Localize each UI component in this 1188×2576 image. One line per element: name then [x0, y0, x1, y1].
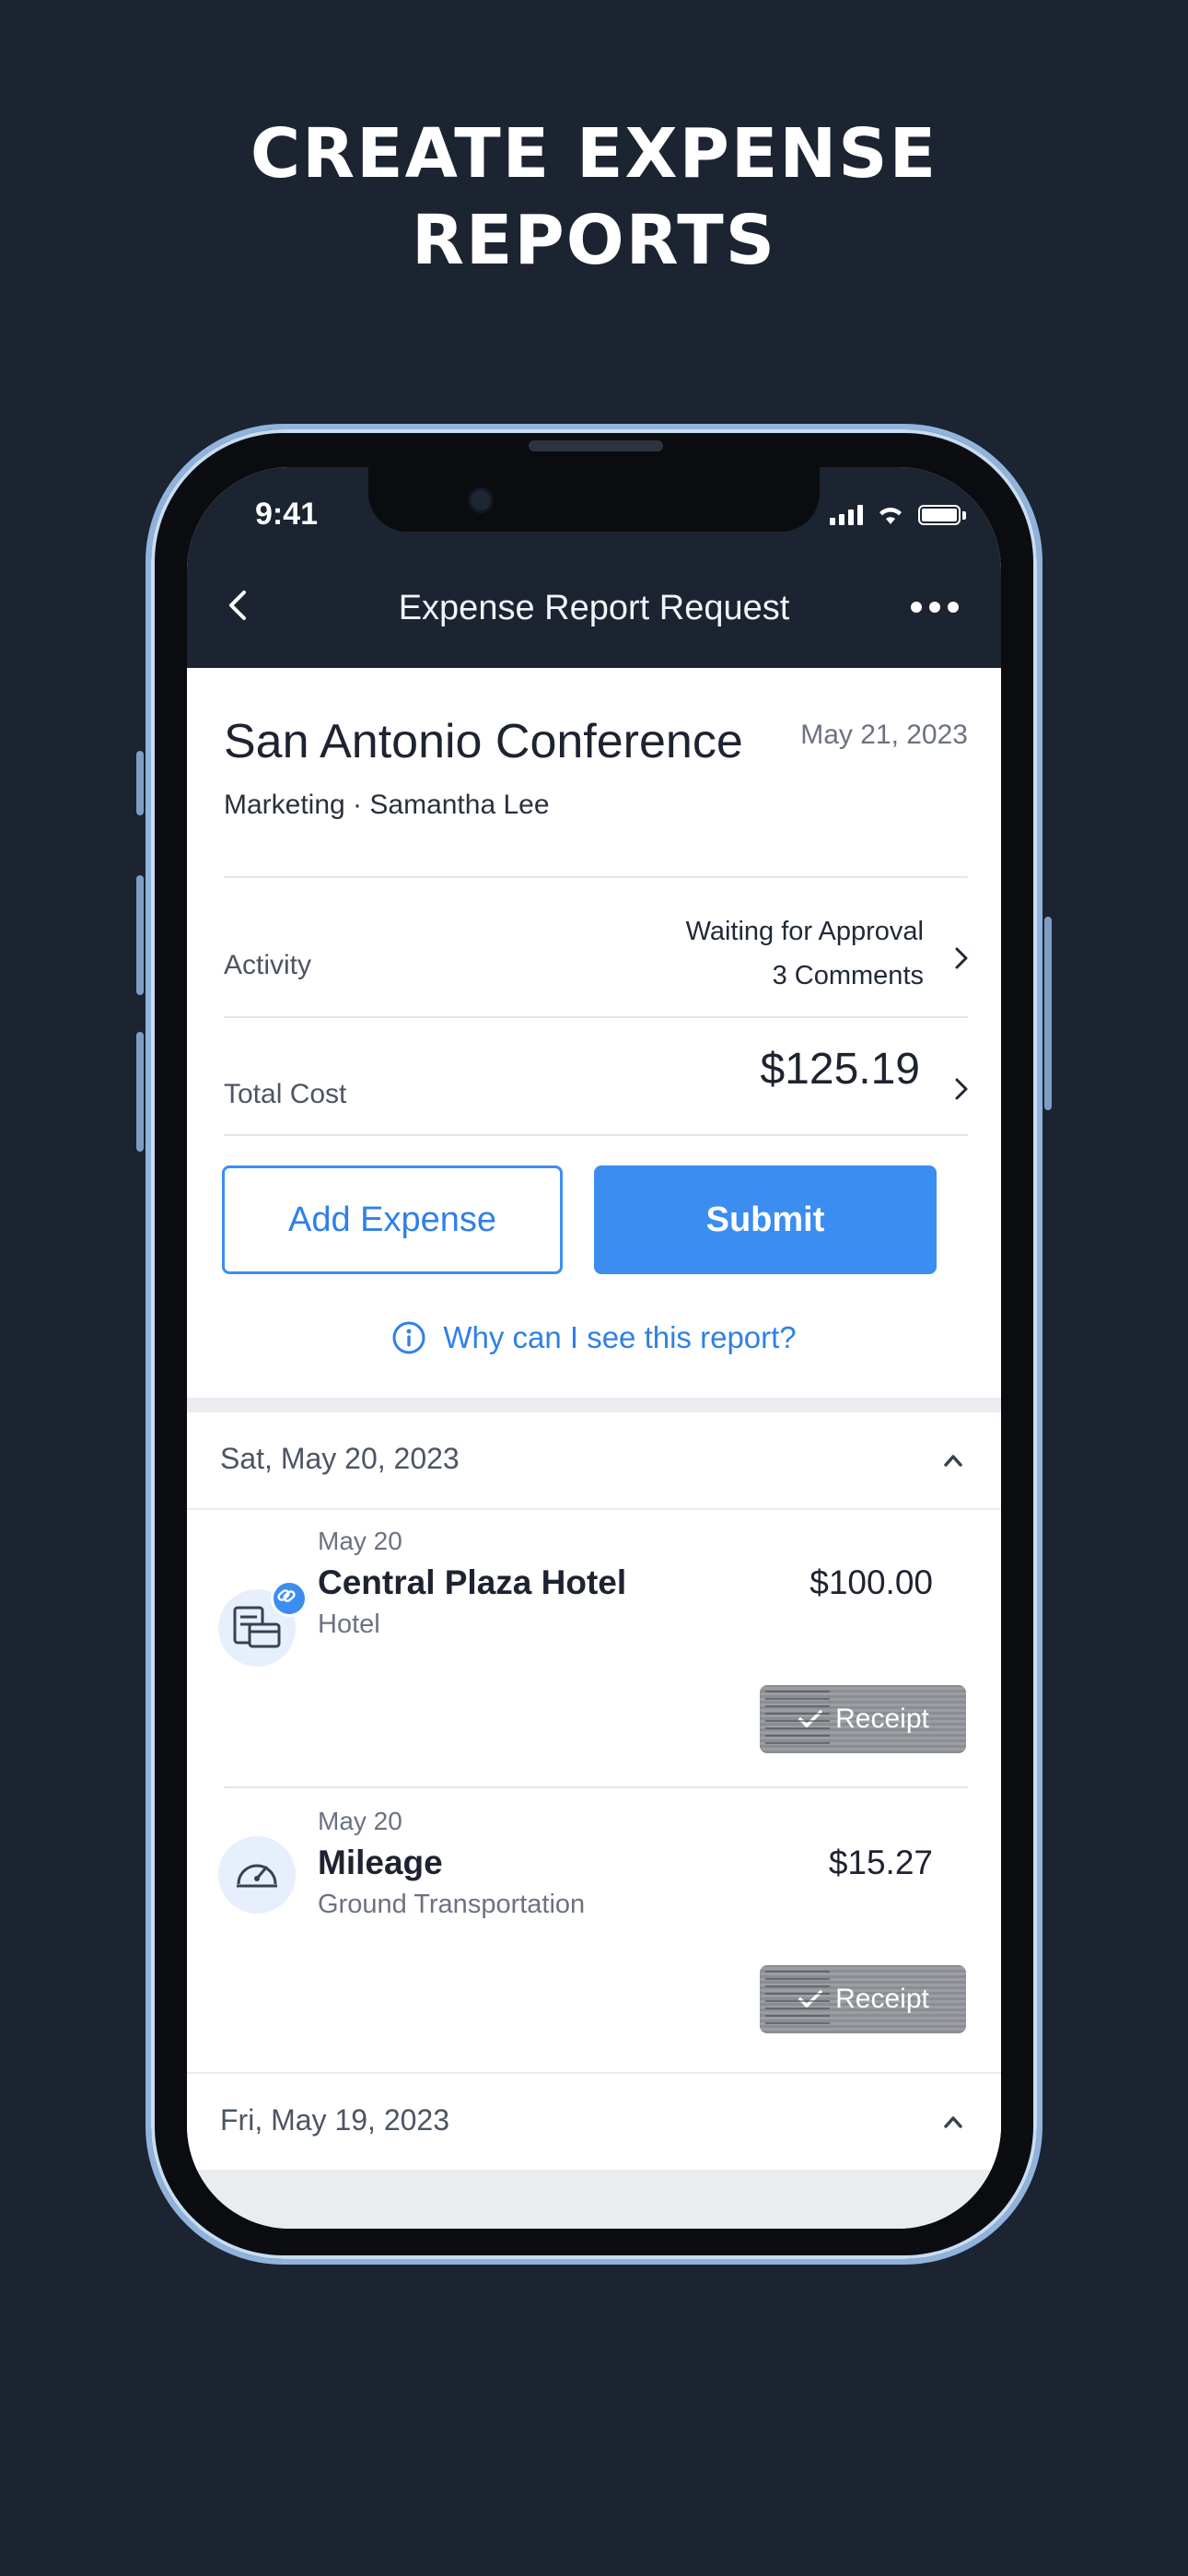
approval-status: Waiting for Approval	[685, 917, 924, 946]
chevron-up-icon	[944, 2116, 962, 2128]
section-date-label: Sat, May 20, 2023	[220, 1442, 460, 1475]
expense-date: May 20	[318, 1807, 402, 1835]
divider	[224, 1134, 968, 1136]
ellipsis-icon[interactable]	[911, 602, 959, 613]
wifi-icon	[879, 508, 902, 524]
report-date: May 21, 2023	[800, 720, 968, 750]
side-button-volume-down	[136, 1032, 144, 1152]
receipt-text-pattern	[765, 1969, 830, 2024]
date-section-header[interactable]: Sat, May 20, 2023	[187, 1412, 1001, 1510]
expense-date: May 20	[318, 1527, 402, 1555]
expense-amount: $15.27	[828, 1844, 933, 1881]
empty-list-area	[187, 2170, 1001, 2229]
side-button-mute	[136, 751, 144, 815]
expense-category: Hotel	[318, 1610, 380, 1639]
phone-speaker	[529, 440, 663, 451]
notch	[368, 467, 820, 532]
receipt-thumbnail[interactable]: Receipt	[760, 1965, 966, 2033]
divider	[224, 1786, 968, 1788]
total-cost-value: $125.19	[760, 1045, 920, 1094]
side-button-power	[1044, 917, 1052, 1110]
side-button-volume-up	[136, 875, 144, 995]
report-title: San Antonio Conference	[224, 715, 743, 768]
marketing-headline: CREATE EXPENSE REPORTS	[0, 111, 1188, 284]
total-cost-label: Total Cost	[224, 1079, 347, 1109]
battery-icon	[918, 505, 961, 525]
chevron-up-icon	[944, 1455, 962, 1467]
headline-line-2: REPORTS	[411, 201, 777, 280]
phone-screen: 9:41 Expense Report Request San Antonio …	[187, 467, 1001, 2229]
expense-name: Central Plaza Hotel	[318, 1563, 627, 1601]
battery-tip	[962, 510, 966, 520]
front-camera	[468, 487, 494, 513]
speedometer-icon	[218, 1836, 296, 1914]
why-link-text: Why can I see this report?	[443, 1320, 797, 1354]
activity-status: Waiting for Approval 3 Comments	[686, 909, 924, 998]
section-date-label: Fri, May 19, 2023	[220, 2103, 449, 2137]
divider	[224, 1016, 968, 1018]
cellular-signal-icon	[830, 505, 863, 525]
status-time: 9:41	[255, 497, 319, 532]
headline-line-1: CREATE EXPENSE	[250, 114, 938, 193]
expense-name: Mileage	[318, 1844, 443, 1881]
receipt-thumbnail[interactable]: Receipt	[760, 1685, 966, 1753]
link-icon	[271, 1580, 308, 1617]
add-expense-button[interactable]: Add Expense	[222, 1165, 563, 1274]
activity-label: Activity	[224, 950, 312, 980]
status-icons	[830, 504, 966, 526]
page-title: Expense Report Request	[398, 589, 790, 627]
receipt-text-pattern	[765, 1689, 830, 1744]
receipt-label: Receipt	[835, 1984, 929, 2014]
why-see-report-link[interactable]: Why can I see this report?	[187, 1320, 1001, 1355]
expense-category: Ground Transportation	[318, 1890, 586, 1919]
divider	[224, 876, 968, 878]
chevron-right-icon	[955, 947, 968, 969]
comments-count: 3 Comments	[772, 961, 924, 990]
section-separator	[187, 1398, 1001, 1412]
submit-button[interactable]: Submit	[594, 1165, 937, 1274]
receipt-label: Receipt	[835, 1704, 929, 1734]
expense-amount: $100.00	[809, 1563, 933, 1601]
date-section-header[interactable]: Fri, May 19, 2023	[187, 2072, 1001, 2172]
info-icon	[392, 1321, 425, 1354]
report-subtitle: Marketing · Samantha Lee	[224, 790, 550, 820]
chevron-right-icon	[955, 1078, 968, 1100]
